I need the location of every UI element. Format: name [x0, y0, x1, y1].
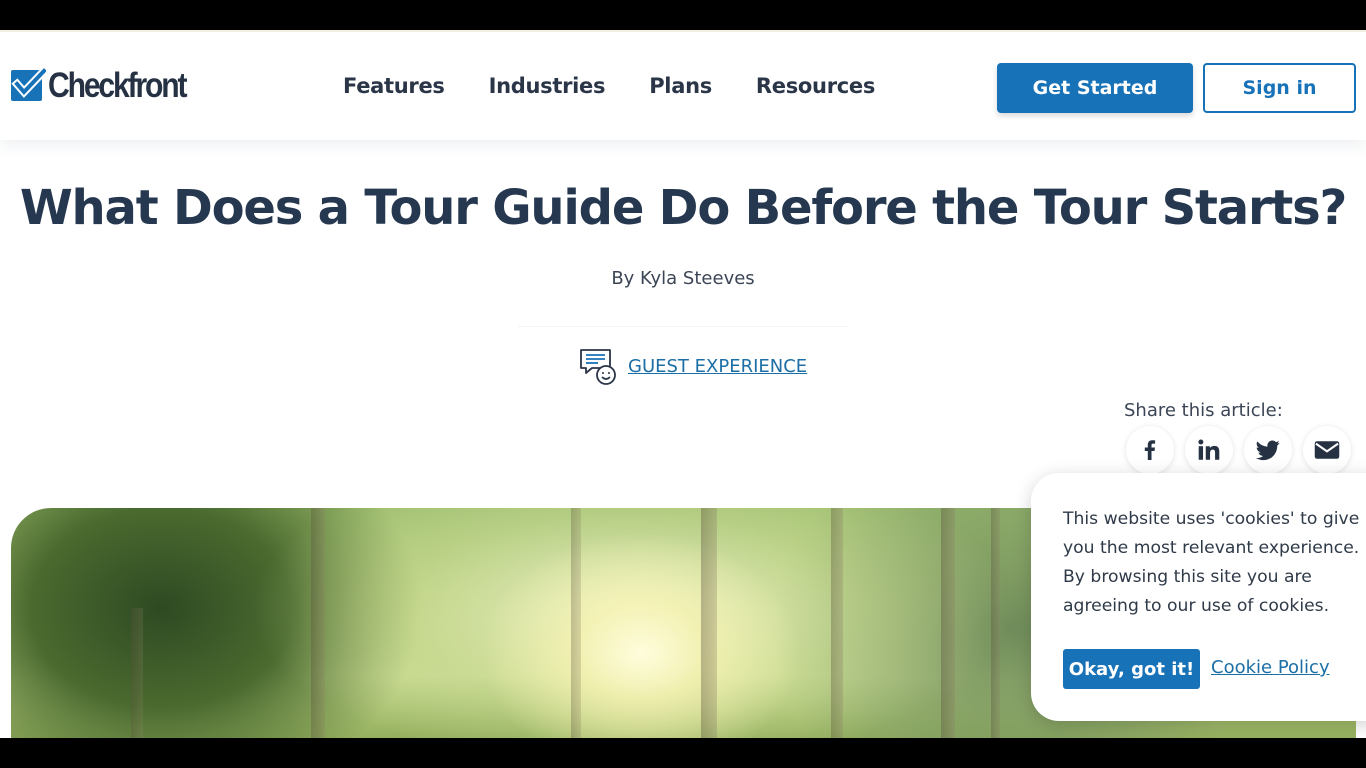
nav-industries[interactable]: Industries [489, 74, 606, 98]
cookie-message: This website uses 'cookies' to give you … [1063, 509, 1360, 616]
cookie-policy-link[interactable]: Cookie Policy [1211, 657, 1330, 678]
guest-experience-icon [578, 346, 618, 386]
logo-text: Checkfront [48, 66, 188, 105]
nav-plans[interactable]: Plans [649, 74, 712, 98]
article-category: GUEST EXPERIENCE [578, 346, 807, 386]
article-byline: By Kyla Steeves [611, 268, 755, 289]
sign-in-button[interactable]: Sign in [1203, 63, 1356, 113]
share-label: Share this article: [1124, 400, 1283, 421]
category-link[interactable]: GUEST EXPERIENCE [628, 356, 807, 377]
cookie-banner: This website uses 'cookies' to give you … [1031, 473, 1366, 721]
page: Checkfront Features Industries Plans Res… [0, 30, 1366, 738]
nav-resources[interactable]: Resources [756, 74, 875, 98]
email-icon [1314, 441, 1340, 459]
twitter-icon [1255, 440, 1280, 461]
divider [518, 326, 848, 327]
site-header: Checkfront Features Industries Plans Res… [0, 30, 1366, 140]
cookie-accept-button[interactable]: Okay, got it! [1063, 649, 1200, 689]
top-black-bar [0, 0, 1366, 30]
share-twitter-button[interactable] [1244, 426, 1292, 474]
checkfront-logo[interactable]: Checkfront [11, 65, 208, 105]
facebook-icon [1144, 440, 1156, 460]
share-buttons [1126, 426, 1351, 474]
checkbox-logo-icon [11, 65, 50, 103]
bottom-black-bar [0, 738, 1366, 768]
share-email-button[interactable] [1303, 426, 1351, 474]
share-linkedin-button[interactable] [1185, 426, 1233, 474]
get-started-button[interactable]: Get Started [997, 63, 1193, 113]
article-title: What Does a Tour Guide Do Before the Tou… [19, 180, 1348, 236]
linkedin-icon [1198, 439, 1220, 460]
share-facebook-button[interactable] [1126, 426, 1174, 474]
main-nav: Features Industries Plans Resources [343, 74, 875, 98]
nav-features[interactable]: Features [343, 74, 445, 98]
